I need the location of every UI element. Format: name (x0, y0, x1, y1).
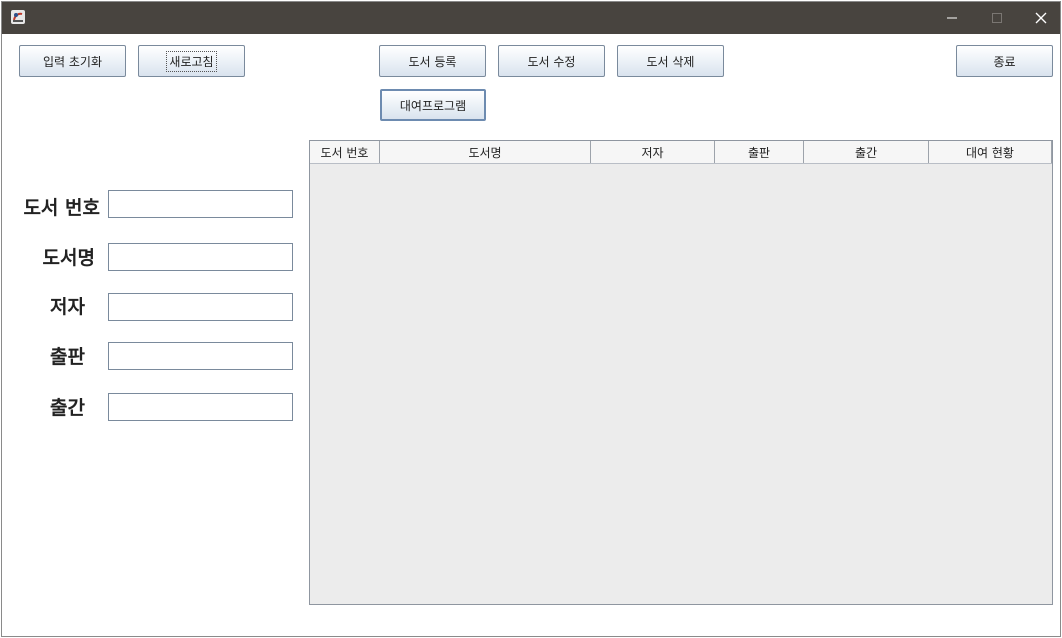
table-header: 도서 번호 도서명 저자 출판 출간 대여 현황 (310, 141, 1052, 164)
minimize-icon (947, 17, 957, 19)
table-body[interactable] (310, 164, 1052, 604)
reset-input-button[interactable]: 입력 초기화 (19, 45, 126, 77)
refresh-button[interactable]: 새로고침 (138, 45, 245, 77)
rental-program-label: 대여프로그램 (399, 98, 467, 113)
close-button[interactable] (1018, 2, 1062, 34)
reset-input-label: 입력 초기화 (42, 54, 102, 69)
register-book-button[interactable]: 도서 등록 (379, 45, 486, 77)
author-field[interactable] (108, 293, 293, 321)
register-book-label: 도서 등록 (408, 54, 457, 69)
refresh-label: 새로고침 (166, 50, 217, 72)
title-label: 도서명 (42, 247, 95, 269)
app-window: 입력 초기화 새로고침 도서 등록 도서 수정 도서 삭제 종료 대여프로그램 … (1, 1, 1061, 637)
book-number-label: 도서 번호 (23, 197, 100, 219)
publisher-field[interactable] (108, 342, 293, 370)
column-header-author[interactable]: 저자 (591, 141, 715, 163)
exit-button[interactable]: 종료 (956, 45, 1053, 77)
published-label: 출간 (50, 397, 85, 419)
close-icon (1035, 12, 1047, 24)
delete-book-label: 도서 삭제 (646, 54, 695, 69)
maximize-button[interactable] (974, 2, 1020, 34)
minimize-button[interactable] (929, 2, 975, 34)
maximize-icon (992, 13, 1002, 23)
title-bar[interactable] (2, 2, 1060, 34)
title-field[interactable] (108, 243, 293, 271)
column-header-book-number[interactable]: 도서 번호 (310, 141, 380, 163)
column-header-publisher[interactable]: 출판 (715, 141, 804, 163)
column-header-title[interactable]: 도서명 (380, 141, 591, 163)
book-table[interactable]: 도서 번호 도서명 저자 출판 출간 대여 현황 (309, 140, 1053, 605)
author-label: 저자 (50, 296, 85, 318)
column-header-rental-status[interactable]: 대여 현황 (929, 141, 1052, 163)
book-number-field[interactable] (108, 190, 293, 218)
delete-book-button[interactable]: 도서 삭제 (617, 45, 724, 77)
rental-program-button[interactable]: 대여프로그램 (380, 89, 486, 121)
column-header-published[interactable]: 출간 (804, 141, 929, 163)
edit-book-label: 도서 수정 (527, 54, 576, 69)
exit-label: 종료 (993, 54, 1016, 69)
published-field[interactable] (108, 393, 293, 421)
java-app-icon (10, 9, 26, 25)
edit-book-button[interactable]: 도서 수정 (498, 45, 605, 77)
publisher-label: 출판 (50, 346, 85, 368)
